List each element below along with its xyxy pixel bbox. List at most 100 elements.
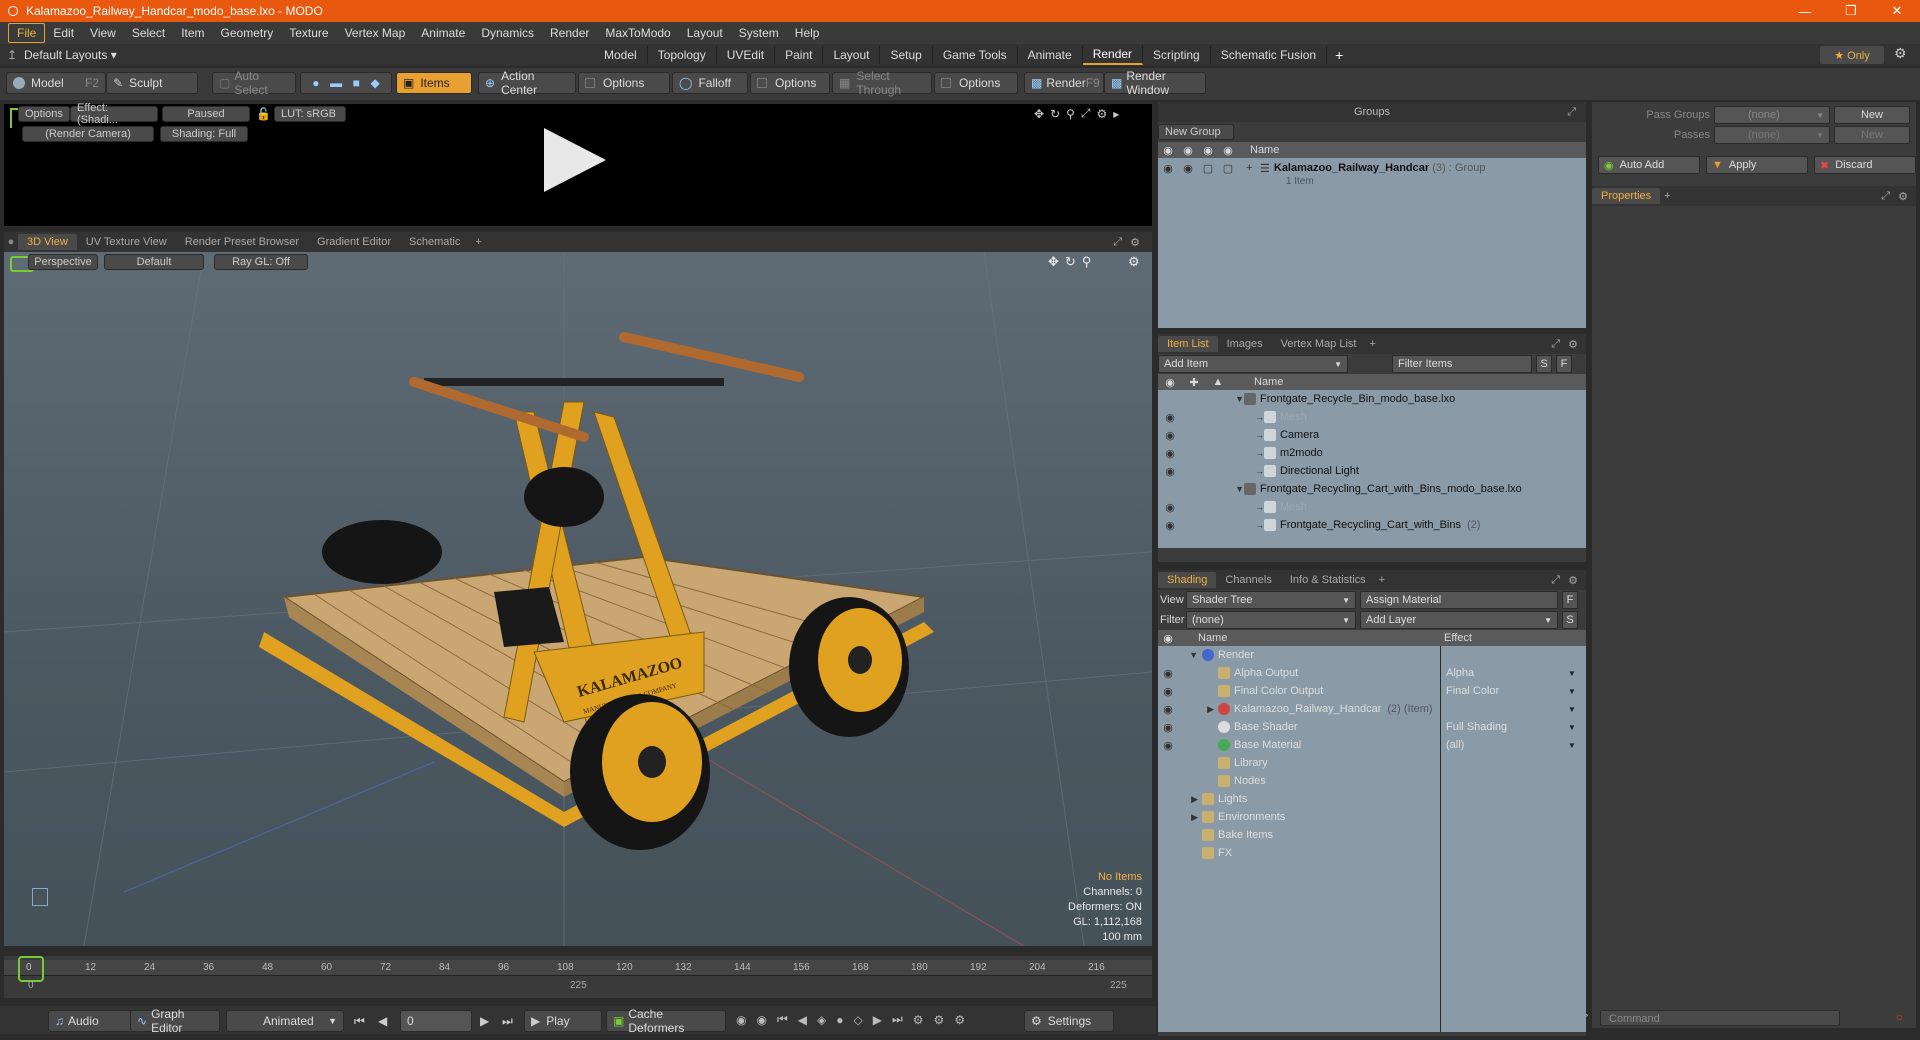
menu-dynamics[interactable]: Dynamics: [473, 24, 542, 42]
move-view-icon[interactable]: ✥: [1034, 107, 1044, 121]
settings-button[interactable]: ⚙ Settings: [1024, 1010, 1114, 1032]
polygon-mode-icon[interactable]: ■: [353, 76, 360, 90]
render-options-button[interactable]: Options: [18, 106, 70, 122]
animated-dropdown[interactable]: Animated ▼: [226, 1010, 344, 1032]
menu-file[interactable]: File: [8, 23, 46, 43]
render-shading-dropdown[interactable]: Shading: Full: [160, 126, 248, 142]
select-through-options-button[interactable]: Options: [934, 72, 1018, 94]
eye-icon[interactable]: ◉: [1158, 465, 1182, 478]
layer-effect[interactable]: Full Shading: [1446, 721, 1507, 733]
perspective-dropdown[interactable]: Perspective: [28, 254, 98, 270]
go-end-icon[interactable]: ⏭: [502, 1014, 513, 1029]
viewport-settings-icon[interactable]: ⚙: [1128, 254, 1140, 270]
viewport-tab-uv-texture-view[interactable]: UV Texture View: [77, 234, 176, 250]
select-toggle-icon[interactable]: ▢: [1218, 162, 1238, 175]
eye-icon[interactable]: ◉: [1158, 429, 1182, 442]
add-item-list-tab-button[interactable]: +: [1365, 338, 1379, 350]
shader-tree-row[interactable]: ◉ Base Material (all) ▼: [1158, 736, 1586, 754]
maximize-view-icon[interactable]: ⤢: [1081, 106, 1091, 121]
item-list-row[interactable]: ◉ → Frontgate_Recycling_Cart_with_Bins (2): [1158, 516, 1586, 534]
menu-edit[interactable]: Edit: [45, 24, 82, 42]
chevron-down-icon[interactable]: ▼: [1568, 705, 1576, 714]
tree-arrow-icon[interactable]: ▶: [1178, 704, 1214, 715]
items-mode-button[interactable]: ▣ Items: [396, 72, 472, 94]
model-mode-button[interactable]: Model F2: [6, 72, 106, 94]
add-layout-button[interactable]: +: [1335, 47, 1343, 63]
new-pass-button[interactable]: New: [1834, 126, 1910, 144]
select-through-button[interactable]: ▦ Select Through: [832, 69, 932, 97]
chevron-down-icon[interactable]: ▼: [1568, 741, 1576, 750]
group-row[interactable]: ◉ ◉ ▢ ▢ + ☰ Kalamazoo_Railway_Handcar (3…: [1158, 158, 1586, 188]
passes-dropdown[interactable]: (none) ▼: [1714, 126, 1830, 144]
only-toggle[interactable]: ★ Only: [1820, 46, 1884, 64]
viewport-tab-collapse-icon[interactable]: ●: [4, 236, 18, 248]
auto-add-button[interactable]: ◉ Auto Add: [1598, 156, 1700, 174]
rotate-view-icon[interactable]: ↻: [1050, 107, 1060, 121]
shader-tree-row[interactable]: FX: [1158, 844, 1586, 862]
layout-tab-render[interactable]: Render: [1082, 45, 1144, 65]
tab-channels[interactable]: Channels: [1216, 572, 1280, 588]
tab-images[interactable]: Images: [1218, 336, 1272, 352]
zoom-view-icon[interactable]: ⚲: [1066, 107, 1075, 121]
layer-effect[interactable]: (all): [1446, 739, 1464, 751]
shader-tree-row[interactable]: ◉ Alpha Output Alpha ▼: [1158, 664, 1586, 682]
key-options-icon-1[interactable]: ⚙: [913, 1013, 924, 1027]
render-button[interactable]: ▩ Render F9: [1024, 72, 1104, 94]
key-delete-icon[interactable]: ◇: [854, 1013, 863, 1027]
menu-help[interactable]: Help: [787, 24, 828, 42]
assign-material-button[interactable]: Assign Material: [1360, 591, 1558, 609]
timeline[interactable]: 0 12 24 36 48 60 72 84 96 108 120 132 144 156 168 180 19…: [4, 956, 1152, 998]
key-set-icon[interactable]: ◈: [817, 1013, 826, 1027]
lock-icon[interactable]: ◉: [1178, 162, 1198, 175]
expand-arrow-icon[interactable]: ▼: [1230, 484, 1244, 494]
add-viewport-tab-button[interactable]: +: [469, 236, 487, 248]
shader-filter-dropdown[interactable]: (none) ▼: [1186, 611, 1356, 629]
eye-icon[interactable]: ◉: [1158, 667, 1178, 680]
item-list-maximize-icon[interactable]: ⤢: [1551, 338, 1560, 351]
command-input[interactable]: Command: [1600, 1010, 1840, 1026]
shading-s-button[interactable]: S: [1562, 611, 1578, 629]
item-list-row[interactable]: ◉ → Mesh: [1158, 408, 1586, 426]
menu-view[interactable]: View: [82, 24, 124, 42]
sculpt-mode-button[interactable]: ✎ Sculpt: [106, 72, 198, 94]
cache-deformers-button[interactable]: ▣ Cache Deformers: [606, 1007, 726, 1035]
key-options-icon-2[interactable]: ⚙: [934, 1013, 945, 1027]
menu-animate[interactable]: Animate: [413, 24, 473, 42]
lock-icon[interactable]: 🔓: [256, 107, 271, 121]
properties-gear-icon[interactable]: ⚙: [1898, 190, 1908, 203]
render-toggle-icon[interactable]: ▢: [1198, 162, 1218, 175]
tab-item-list[interactable]: Item List: [1158, 336, 1218, 352]
layout-tab-layout[interactable]: Layout: [823, 46, 881, 64]
tab-info-statistics[interactable]: Info & Statistics: [1281, 572, 1375, 588]
timeline-playhead[interactable]: [18, 956, 44, 982]
viewport-tab-gradient-editor[interactable]: Gradient Editor: [308, 234, 400, 250]
tree-branch-icon[interactable]: →: [1230, 448, 1264, 458]
tree-arrow-icon[interactable]: ▶: [1178, 794, 1198, 805]
key-next-icon[interactable]: ⏭: [892, 1012, 903, 1027]
expand-arrow-icon[interactable]: ▸: [1113, 107, 1119, 121]
play-button[interactable]: ▶ Play: [524, 1010, 602, 1032]
discard-button[interactable]: ✖ Discard: [1814, 156, 1916, 174]
eye-icon[interactable]: ◉: [1158, 411, 1182, 424]
viewport-tab-3d-view[interactable]: 3D View: [18, 234, 77, 250]
tree-branch-icon[interactable]: →: [1230, 502, 1264, 512]
menu-system[interactable]: System: [731, 24, 787, 42]
lut-dropdown[interactable]: LUT: sRGB: [274, 106, 346, 122]
tab-shading[interactable]: Shading: [1158, 572, 1217, 588]
item-list-s-button[interactable]: S: [1536, 355, 1552, 373]
item-list-row[interactable]: ◉ → Directional Light: [1158, 462, 1586, 480]
layout-tab-animate[interactable]: Animate: [1018, 46, 1083, 64]
shader-tree-row[interactable]: Bake Items: [1158, 826, 1586, 844]
key-options-icon-3[interactable]: ⚙: [954, 1013, 965, 1027]
gear-icon[interactable]: ⚙: [1894, 45, 1907, 62]
eye-icon[interactable]: ◉: [1158, 685, 1178, 698]
tree-branch-icon[interactable]: →: [1230, 430, 1264, 440]
expand-plus-icon[interactable]: +: [1246, 162, 1260, 174]
tab-vertex-map-list[interactable]: Vertex Map List: [1272, 336, 1366, 352]
falloff-button[interactable]: ◯ Falloff: [672, 72, 748, 94]
go-start-icon[interactable]: ⏮: [354, 1014, 365, 1029]
menu-maxtomodo[interactable]: MaxToModo: [597, 24, 678, 42]
step-back-icon[interactable]: ◀: [378, 1014, 387, 1028]
layouts-collapse-icon[interactable]: ↥: [0, 48, 24, 62]
shading-gear-icon[interactable]: ⚙: [1568, 574, 1578, 587]
